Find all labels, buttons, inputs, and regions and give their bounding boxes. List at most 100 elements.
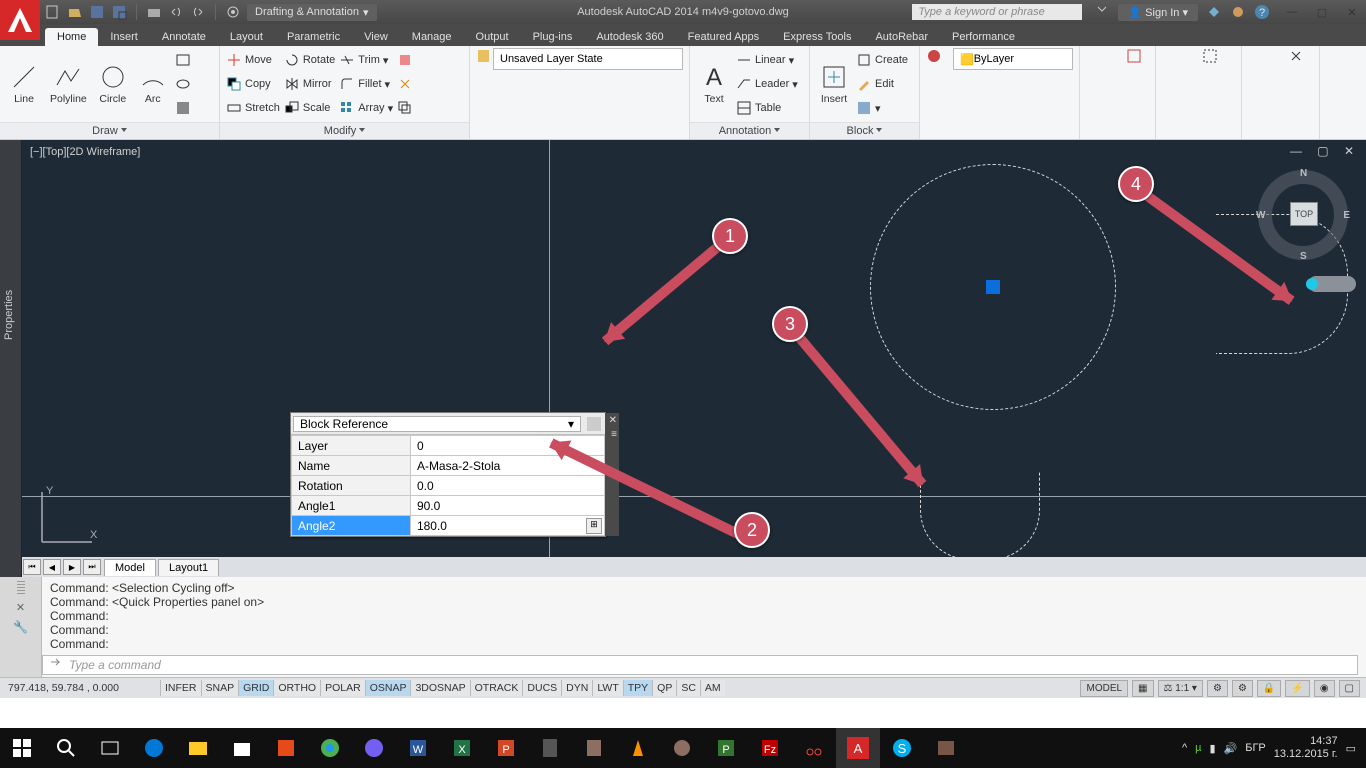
line-button[interactable]: Line bbox=[6, 61, 42, 107]
arc-button[interactable]: Arc bbox=[135, 61, 171, 107]
grid-display-icon[interactable]: ▦ bbox=[1132, 680, 1153, 697]
blockattr-icon[interactable] bbox=[856, 100, 872, 116]
tab-next-button[interactable]: ▶ bbox=[63, 559, 81, 575]
vlc-icon[interactable] bbox=[616, 728, 660, 768]
taskview-button[interactable] bbox=[88, 728, 132, 768]
search-input[interactable]: Type a keyword or phrase bbox=[912, 4, 1082, 20]
status-toggle-tpy[interactable]: TPY bbox=[623, 680, 652, 696]
toolbar-lock-icon[interactable]: 🔒 bbox=[1257, 680, 1281, 697]
tab-output[interactable]: Output bbox=[464, 28, 521, 46]
tray-network-icon[interactable]: ▮ bbox=[1209, 742, 1215, 755]
selection-grip[interactable] bbox=[986, 280, 1000, 294]
viber-icon[interactable] bbox=[352, 728, 396, 768]
panel-annotation[interactable]: Annotation bbox=[690, 122, 809, 139]
panel-draw[interactable]: Draw bbox=[0, 122, 219, 139]
viewcube[interactable]: NSEW TOP bbox=[1258, 170, 1348, 260]
status-toggle-am[interactable]: AM bbox=[700, 680, 725, 696]
tray-notifications-icon[interactable]: ▭ bbox=[1346, 742, 1356, 755]
stretch-button[interactable]: Stretch bbox=[226, 97, 280, 119]
gear-icon[interactable] bbox=[225, 4, 241, 20]
tray-clock[interactable]: 14:37 13.12.2015 г. bbox=[1274, 735, 1338, 761]
word-icon[interactable]: W bbox=[396, 728, 440, 768]
insert-button[interactable]: Insert bbox=[816, 61, 852, 107]
status-toggle-dyn[interactable]: DYN bbox=[561, 680, 592, 696]
panel-block[interactable]: Block bbox=[810, 122, 919, 139]
qp-row-rotation[interactable]: Rotation0.0 bbox=[292, 476, 605, 496]
status-toggle-infer[interactable]: INFER bbox=[160, 680, 201, 696]
edit-button[interactable]: Edit bbox=[856, 73, 908, 95]
explorer-icon[interactable] bbox=[176, 728, 220, 768]
tab-insert[interactable]: Insert bbox=[98, 28, 150, 46]
properties-palette-bar[interactable]: Properties bbox=[0, 140, 22, 577]
table-button[interactable]: Table bbox=[736, 97, 798, 119]
status-toggle-polar[interactable]: POLAR bbox=[320, 680, 365, 696]
search-button[interactable] bbox=[44, 728, 88, 768]
qp-customize-icon[interactable] bbox=[585, 415, 603, 433]
scale-button[interactable]: Scale bbox=[284, 97, 335, 119]
explode-icon[interactable] bbox=[397, 76, 413, 92]
tab-view[interactable]: View bbox=[352, 28, 400, 46]
redo-icon[interactable] bbox=[190, 4, 206, 20]
hardware-accel-icon[interactable]: ⚡ bbox=[1285, 680, 1309, 697]
tray-chevron-icon[interactable]: ^ bbox=[1182, 742, 1187, 754]
polyline-button[interactable]: Polyline bbox=[46, 61, 91, 107]
status-toggle-otrack[interactable]: OTRACK bbox=[470, 680, 523, 696]
undo-icon[interactable] bbox=[168, 4, 184, 20]
fillet-button[interactable]: Fillet ▾ bbox=[339, 73, 393, 95]
circle-button[interactable]: Circle bbox=[95, 61, 131, 107]
tray-utorrent-icon[interactable]: µ bbox=[1195, 742, 1201, 754]
workspace-dropdown[interactable]: Drafting & Annotation▾ bbox=[247, 4, 377, 21]
tab-home[interactable]: Home bbox=[45, 28, 98, 46]
coordinates-display[interactable]: 797.418, 59.784 , 0.000 bbox=[0, 682, 160, 694]
skype-icon[interactable]: S bbox=[880, 728, 924, 768]
excel-icon[interactable]: X bbox=[440, 728, 484, 768]
powerpoint-icon[interactable]: P bbox=[484, 728, 528, 768]
tray-language[interactable]: БГР bbox=[1245, 742, 1266, 754]
movies-icon[interactable] bbox=[264, 728, 308, 768]
qp-options-icon[interactable]: ≡ bbox=[611, 429, 617, 440]
erase-icon[interactable] bbox=[397, 52, 413, 68]
close-button[interactable]: ✕ bbox=[1338, 2, 1366, 22]
qp-type-dropdown[interactable]: Block Reference▾ bbox=[293, 416, 581, 432]
annotation-scale-button[interactable]: ⚖ 1:1 ▾ bbox=[1158, 680, 1203, 697]
stayconnected-icon[interactable] bbox=[1230, 4, 1246, 20]
status-toggle-qp[interactable]: QP bbox=[652, 680, 676, 696]
calculator-icon[interactable] bbox=[528, 728, 572, 768]
status-toggle-osnap[interactable]: OSNAP bbox=[365, 680, 411, 696]
cmd-grip-icon[interactable] bbox=[17, 581, 25, 595]
array-button[interactable]: Array ▾ bbox=[339, 97, 393, 119]
save-icon[interactable] bbox=[89, 4, 105, 20]
cmd-close-icon[interactable]: ✕ bbox=[16, 601, 25, 614]
reader-icon[interactable] bbox=[572, 728, 616, 768]
store-icon[interactable] bbox=[220, 728, 264, 768]
qp-close-icon[interactable]: ✕ bbox=[609, 415, 617, 426]
minimize-button[interactable]: — bbox=[1278, 2, 1306, 22]
chrome-icon[interactable] bbox=[308, 728, 352, 768]
rotate-button[interactable]: Rotate bbox=[284, 49, 335, 71]
calculator-icon[interactable]: ⊞ bbox=[586, 518, 602, 534]
tab-featuredapps[interactable]: Featured Apps bbox=[676, 28, 772, 46]
start-button[interactable] bbox=[0, 728, 44, 768]
viewport-label[interactable]: [−][Top][2D Wireframe] bbox=[30, 146, 140, 158]
text-button[interactable]: AText bbox=[696, 61, 732, 107]
saveas-icon[interactable] bbox=[111, 4, 127, 20]
model-tab[interactable]: Model bbox=[104, 559, 156, 576]
status-toggle-snap[interactable]: SNAP bbox=[201, 680, 239, 696]
tab-autorebar[interactable]: AutoRebar bbox=[863, 28, 940, 46]
new-icon[interactable] bbox=[45, 4, 61, 20]
layout1-tab[interactable]: Layout1 bbox=[158, 559, 219, 576]
status-toggle-3dosnap[interactable]: 3DOSNAP bbox=[410, 680, 469, 696]
tab-manage[interactable]: Manage bbox=[400, 28, 464, 46]
status-toggle-ducs[interactable]: DUCS bbox=[522, 680, 561, 696]
annotation-visibility-icon[interactable]: ⚙ bbox=[1207, 680, 1228, 697]
move-button[interactable]: Move bbox=[226, 49, 280, 71]
status-toggle-ortho[interactable]: ORTHO bbox=[273, 680, 320, 696]
color-dropdown[interactable]: 🟨 ByLayer bbox=[953, 48, 1073, 70]
leader-button[interactable]: Leader ▾ bbox=[736, 73, 798, 95]
tab-parametric[interactable]: Parametric bbox=[275, 28, 352, 46]
hatch-icon[interactable] bbox=[175, 100, 191, 116]
open-icon[interactable] bbox=[67, 4, 83, 20]
qp-row-angle1[interactable]: Angle190.0 bbox=[292, 496, 605, 516]
cmd-wrench-icon[interactable]: 🔧 bbox=[13, 620, 28, 634]
tab-first-button[interactable]: ⏮ bbox=[23, 559, 41, 575]
